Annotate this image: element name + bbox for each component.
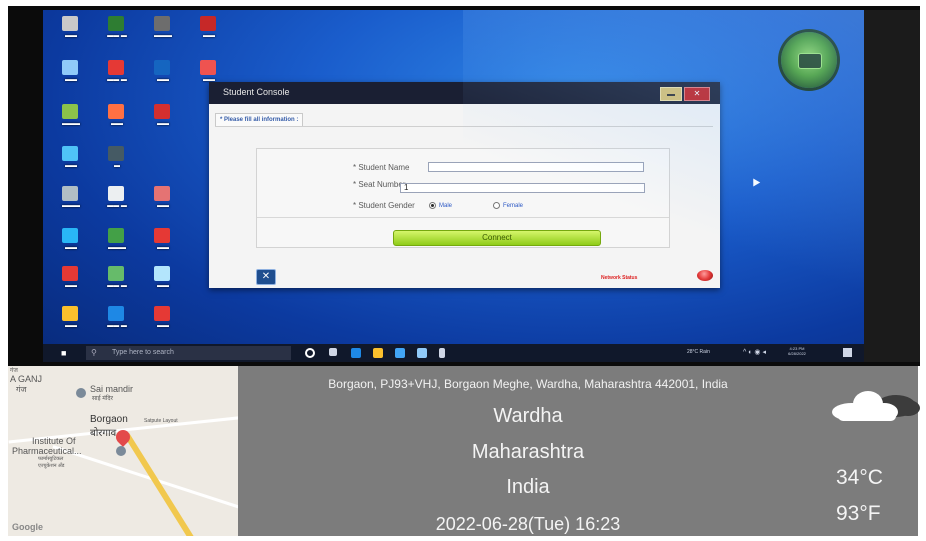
minimize-icon [667,94,675,96]
mail-icon[interactable] [417,348,427,358]
windows-start-icon[interactable]: ■ [61,348,71,358]
map-label: Pharmaceutical... [12,446,82,456]
location-map: गंज A GANJ गंज Sai mandir साई मंदिर Borg… [8,366,238,536]
section-divider [215,126,713,127]
gender-female-radio[interactable] [493,202,500,209]
map-label: एज्युकेशन अँड [38,463,65,469]
search-icon: ⚲ [91,348,97,357]
student-name-input[interactable] [428,162,644,172]
window-title: Student Console [223,87,290,97]
gender-male-radio[interactable] [429,202,436,209]
taskbar: ■ ⚲ Type here to search 28°C Rain ^ ◐ ◉ … [43,344,864,362]
gender-male-label[interactable]: Male [439,203,452,209]
desktop-icon[interactable]: ▬▬ [141,102,185,140]
map-label: Institute Of [32,436,76,446]
desktop-icon[interactable]: ▬▬▬ [141,14,185,52]
map-highway [124,432,198,536]
desktop-icon[interactable]: ▬ [95,144,139,182]
geotag-address: Borgaon, PJ93+VHJ, Borgaon Meghe, Wardha… [328,377,728,391]
network-status-indicator [697,270,713,281]
seat-number-input[interactable] [400,183,645,193]
seat-number-label: * Seat Number [353,180,406,189]
map-label: गंज [16,385,27,394]
desktop-icon[interactable]: ▬▬ [49,14,93,52]
form-divider [257,217,669,218]
taskbar-date: 6/28/2022 [788,351,806,356]
desktop-icon[interactable]: ▬▬▬ [49,184,93,222]
geotag-panel: Borgaon, PJ93+VHJ, Borgaon Meghe, Wardha… [238,366,920,536]
map-label: Sai mandir [90,384,134,394]
network-status-label: Network Status [601,275,638,281]
desktop-icon[interactable]: ▬▬ [49,264,93,302]
meter-gadget-icon[interactable] [781,32,837,88]
geotag-country: India [506,476,550,498]
desktop-icon[interactable]: ▬▬ [49,58,93,96]
desktop: ▬▬ ▬▬ ▬ ▬▬▬ ▬▬ ▬▬ ▬▬ ▬ ▬▬ ▬▬ ▬▬▬ ▬▬ ▬▬ ▬… [43,10,864,362]
student-name-label: * Student Name [353,163,410,172]
desktop-icon[interactable]: ▬▬▬ [95,226,139,264]
map-label: बोरगाव [90,428,117,439]
section-label: * Please fill all information : [215,113,304,127]
desktop-icon[interactable]: ▬▬ ▬ [95,58,139,96]
google-logo: Google [12,522,43,532]
window-titlebar[interactable]: Student Console ✕ [209,82,720,104]
taskbar-clock[interactable]: 4:23 PM 6/28/2022 [783,346,811,356]
desktop-icon[interactable]: ▬▬ ▬ [95,184,139,222]
mouse-pointer-icon [749,176,761,187]
desktop-icon[interactable]: ▬▬ ▬ [95,14,139,52]
monitor-photo: ▬▬ ▬▬ ▬ ▬▬▬ ▬▬ ▬▬ ▬▬ ▬ ▬▬ ▬▬ ▬▬▬ ▬▬ ▬▬ ▬… [8,6,920,366]
background-wall [864,10,920,362]
student-console-window: Student Console ✕ * Please fill all info… [209,82,720,288]
search-placeholder: Type here to search [112,349,174,356]
close-button[interactable]: ✕ [684,87,710,101]
desktop-icon[interactable]: ▬▬ [95,102,139,140]
desktop-icon[interactable]: ▬▬ [187,14,231,52]
system-tray-icons[interactable]: ^ ◐ ◉ ◂ [743,348,766,356]
geotag-datetime: 2022-06-28(Tue) 16:23 [435,514,621,534]
geotag-city: Wardha [493,405,563,427]
close-icon: ✕ [693,89,701,98]
desktop-icon[interactable]: ▬▬ ▬ [95,304,139,342]
minimize-button[interactable] [660,87,682,101]
notification-icon[interactable] [843,348,852,357]
pinned-app-icon[interactable] [439,348,445,358]
form-panel [256,148,670,248]
gender-female-label[interactable]: Female [503,203,523,209]
connect-button[interactable]: Connect [393,230,601,246]
taskbar-weather[interactable]: 28°C Rain [687,349,710,355]
map-label: Borgaon [90,414,128,425]
map-label: A GANJ [10,374,43,384]
map-label: गंज [10,368,18,374]
task-view-icon[interactable] [329,348,337,356]
temperature-celsius: 34°C [836,466,883,489]
desktop-icon[interactable]: ▬▬ ▬ [95,264,139,302]
desktop-icon[interactable]: ▬▬ [141,58,185,96]
desktop-icon[interactable]: ▬▬ [49,226,93,264]
map-label: साई मंदिर [92,396,114,402]
cloud-icon [832,391,920,421]
temperature-fahrenheit: 93°F [836,502,881,525]
tools-icon[interactable]: ✕ [256,269,276,285]
desktop-icon[interactable]: ▬▬ [49,144,93,182]
desktop-icon[interactable]: ▬▬ [141,184,185,222]
desktop-icon[interactable]: ▬▬ [141,304,185,342]
edge-icon[interactable] [351,348,361,358]
desktop-icon[interactable]: ▬▬ [141,226,185,264]
desktop-icon[interactable]: ▬▬ [141,264,185,302]
file-explorer-icon[interactable] [373,348,383,358]
map-label: Satpute Layout [144,418,178,424]
desktop-icon[interactable]: ▬▬ [49,304,93,342]
map-label: फार्मास्युटिकल [38,456,64,462]
desktop-icon[interactable]: ▬▬▬ [49,102,93,140]
institute-poi-icon [116,446,126,456]
student-gender-label: * Student Gender [353,201,415,210]
store-icon[interactable] [395,348,405,358]
temple-poi-icon [76,388,86,398]
geotag-state: Maharashtra [471,441,585,463]
taskbar-search-box[interactable]: ⚲ Type here to search [86,346,291,360]
cortana-icon[interactable] [305,348,315,358]
